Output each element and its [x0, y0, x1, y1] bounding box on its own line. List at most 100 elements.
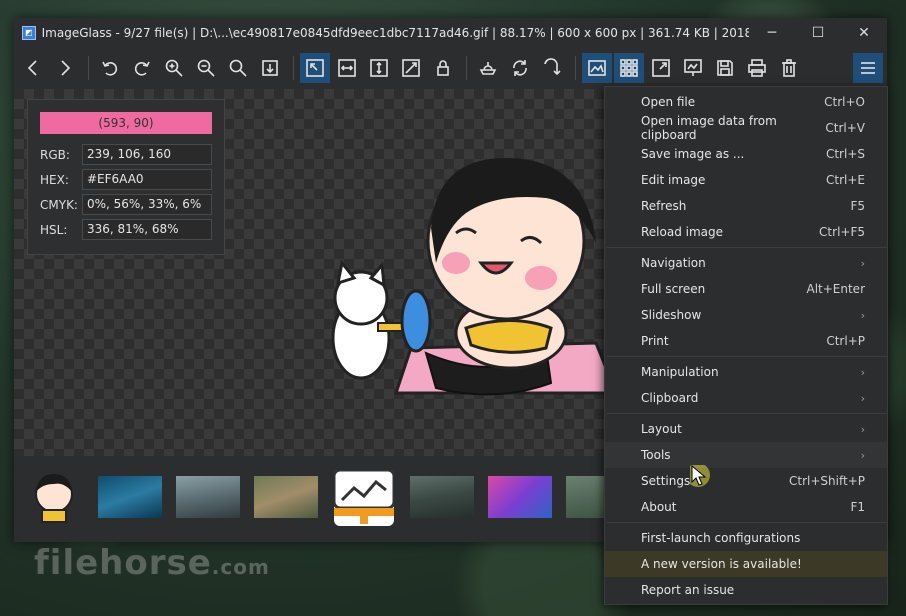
menu-item-about[interactable]: About F1	[605, 494, 887, 520]
menu-item-manipulation[interactable]: Manipulation ›	[605, 359, 887, 385]
zoom-out-button[interactable]	[191, 53, 221, 83]
color-value-cmyk[interactable]: 0%, 56%, 33%, 6%	[82, 194, 212, 215]
thumbnail-item-selected[interactable]	[332, 468, 396, 526]
thumbnail-item[interactable]	[254, 476, 318, 518]
scale-to-width-button[interactable]	[332, 53, 362, 83]
actual-size-button[interactable]	[223, 53, 253, 83]
title-bar[interactable]: ◩ ImageGlass - 9/27 file(s) | D:\...\ec4…	[14, 18, 887, 47]
menu-item-navigation[interactable]: Navigation ›	[605, 250, 887, 276]
chevron-right-icon: ›	[860, 448, 865, 462]
cartoon-image	[331, 158, 616, 396]
menu-item-reload-image[interactable]: Reload image Ctrl+F5	[605, 219, 887, 245]
menu-item-label: First-launch configurations	[641, 531, 801, 545]
menu-item-tools[interactable]: Tools ›	[605, 442, 887, 468]
menu-item-label: Print	[641, 334, 669, 348]
menu-item-label: Open image data from clipboard	[641, 114, 777, 142]
fullscreen-button[interactable]	[646, 53, 676, 83]
color-label: HSL:	[40, 222, 68, 237]
goto-image-button[interactable]	[537, 53, 567, 83]
grid-view-button[interactable]	[614, 53, 644, 83]
chevron-right-icon: ›	[860, 256, 865, 270]
menu-item-shortcut: Alt+Enter	[806, 282, 865, 296]
checkerboard-background-button[interactable]	[473, 53, 503, 83]
menu-item-label: Refresh	[641, 199, 687, 213]
thumbnail-bar-button[interactable]	[582, 53, 612, 83]
lock-zoom-button[interactable]	[255, 53, 285, 83]
scale-to-fit-button[interactable]	[396, 53, 426, 83]
menu-item-label: Settings	[641, 474, 691, 488]
menu-separator	[607, 356, 887, 357]
lock-icon[interactable]	[428, 53, 458, 83]
filehorse-watermark: filehorse.com	[34, 543, 270, 583]
color-row-hsl: HSL: 336, 81%, 68%	[40, 217, 212, 242]
menu-separator	[607, 413, 887, 414]
menu-item-label: Navigation	[641, 256, 706, 270]
color-value-hex[interactable]: #EF6AA0	[82, 169, 212, 190]
menu-item-shortcut: Ctrl+P	[826, 334, 865, 348]
menu-item-print[interactable]: Print Ctrl+P	[605, 328, 887, 354]
next-image-button[interactable]	[50, 53, 80, 83]
minimize-button[interactable]: ─	[749, 18, 795, 47]
menu-item-edit-image[interactable]: Edit image Ctrl+E	[605, 167, 887, 193]
menu-item-full-screen[interactable]: Full screen Alt+Enter	[605, 276, 887, 302]
menu-item-label: Report an issue	[641, 583, 735, 597]
watermark-suffix: .com	[211, 555, 270, 579]
window-title: ImageGlass - 9/27 file(s) | D:\...\ec490…	[41, 25, 749, 40]
refresh-button[interactable]	[505, 53, 535, 83]
menu-item-shortcut: Ctrl+Shift+P	[789, 474, 865, 488]
toolbar	[14, 47, 887, 89]
thumbnail-item[interactable]	[410, 476, 474, 518]
save-icon[interactable]	[710, 53, 740, 83]
color-value-rgb[interactable]: 239, 106, 160	[82, 144, 212, 165]
menu-item-shortcut: F1	[850, 500, 865, 514]
menu-item-layout[interactable]: Layout ›	[605, 416, 887, 442]
rotate-left-button[interactable]	[95, 53, 125, 83]
zoom-in-button[interactable]	[159, 53, 189, 83]
slideshow-button[interactable]	[678, 53, 708, 83]
color-value-hsl[interactable]: 336, 81%, 68%	[82, 219, 212, 240]
toolbar-separator	[575, 56, 576, 80]
thumbnail-item[interactable]	[488, 476, 552, 518]
maximize-button[interactable]: ☐	[795, 18, 841, 47]
color-swatch: (593, 90)	[40, 112, 212, 134]
menu-item-open-file[interactable]: Open file Ctrl+O	[605, 89, 887, 115]
menu-item-new-version[interactable]: A new version is available!	[605, 551, 887, 577]
menu-item-shortcut: Ctrl+E	[826, 173, 865, 187]
menu-item-label: Clipboard	[641, 391, 699, 405]
menu-item-refresh[interactable]: Refresh F5	[605, 193, 887, 219]
menu-separator	[607, 247, 887, 248]
color-row-hex: HEX: #EF6AA0	[40, 167, 212, 192]
menu-separator	[607, 522, 887, 523]
auto-zoom-button[interactable]	[300, 53, 330, 83]
color-label: CMYK:	[40, 197, 78, 212]
menu-item-label: Open file	[641, 95, 696, 109]
menu-item-slideshow[interactable]: Slideshow ›	[605, 302, 887, 328]
scale-to-height-button[interactable]	[364, 53, 394, 83]
color-row-rgb: RGB: 239, 106, 160	[40, 142, 212, 167]
main-menu: Open file Ctrl+O Open image data from cli…	[604, 86, 888, 605]
toolbar-separator	[88, 56, 89, 80]
menu-item-shortcut: Ctrl+V	[825, 121, 865, 135]
thumbnail-item[interactable]	[176, 476, 240, 518]
menu-item-report-issue[interactable]: Report an issue	[605, 577, 887, 603]
thumbnail-item[interactable]	[566, 476, 606, 518]
imageglass-app-icon: ◩	[22, 25, 36, 40]
window-controls: ─ ☐ ✕	[749, 18, 887, 47]
thumbnail-item[interactable]	[24, 470, 84, 526]
menu-item-clipboard[interactable]: Clipboard ›	[605, 385, 887, 411]
menu-item-settings[interactable]: Settings Ctrl+Shift+P	[605, 468, 887, 494]
menu-item-save-as[interactable]: Save image as ... Ctrl+S	[605, 141, 887, 167]
menu-item-label: Slideshow	[641, 308, 702, 322]
menu-item-label: A new version is available!	[641, 557, 802, 571]
main-menu-button[interactable]	[853, 53, 883, 83]
rotate-right-button[interactable]	[127, 53, 157, 83]
print-icon[interactable]	[742, 53, 772, 83]
close-button[interactable]: ✕	[841, 18, 887, 47]
thumbnail-item[interactable]	[98, 476, 162, 518]
watermark-text: filehorse	[34, 543, 212, 583]
menu-item-shortcut: Ctrl+F5	[819, 225, 865, 239]
previous-image-button[interactable]	[18, 53, 48, 83]
menu-item-first-launch[interactable]: First-launch configurations	[605, 525, 887, 551]
delete-icon[interactable]	[774, 53, 804, 83]
menu-item-open-clipboard[interactable]: Open image data from clipboard Ctrl+V	[605, 114, 887, 142]
